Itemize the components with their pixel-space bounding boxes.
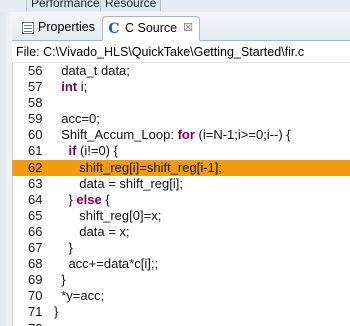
line-number: 62 — [28, 159, 43, 175]
line-number: 65 — [28, 207, 43, 223]
code-keyword: int — [61, 79, 78, 95]
code-line-highlighted[interactable]: 62 shift_reg[i]=shift_reg[i-1]; — [12, 159, 350, 176]
line-number: 63 — [28, 175, 43, 191]
editor-tabbar: Properties C C Source ☒ — [12, 12, 350, 41]
code-line[interactable]: 72 — [12, 321, 350, 326]
code-text: } — [54, 304, 58, 320]
c-file-icon: C — [108, 20, 120, 37]
code-text: shift_reg[0]=x; — [54, 208, 161, 224]
code-line[interactable]: 61 if (i!=0) { — [12, 143, 350, 159]
code-segment: } — [54, 240, 73, 256]
code-text: if (i!=0) { — [54, 143, 118, 159]
code-line[interactable]: 64 } else { — [12, 192, 350, 208]
line-number: 56 — [28, 63, 43, 78]
code-segment: shift_reg[i]=shift_reg[i-1]; — [54, 159, 222, 175]
code-keyword: for — [177, 127, 195, 143]
code-segment: Shift_Accum_Loop: — [54, 127, 178, 143]
code-text: acc+=data*c[i];; — [54, 256, 158, 272]
line-number: 70 — [28, 288, 43, 304]
code-line[interactable]: 57 int i; — [12, 79, 350, 95]
code-text: int i; — [54, 79, 87, 95]
code-segment: } — [54, 304, 59, 320]
code-text: acc=0; — [54, 111, 100, 127]
code-segment: (i=N-1;i>=0;i--) { — [194, 127, 291, 143]
line-number: 72 — [28, 321, 52, 326]
code-segment: } — [54, 191, 77, 207]
tab-c-source[interactable]: C C Source ☒ — [102, 16, 200, 41]
line-number: 58 — [28, 95, 43, 111]
code-line[interactable]: 67 } — [12, 240, 350, 256]
code-line[interactable]: 59 acc=0; — [12, 111, 350, 127]
code-text: } else { — [54, 191, 110, 208]
code-line[interactable]: 68 acc+=data*c[i];; — [12, 256, 350, 272]
code-text: data = x; — [54, 223, 130, 240]
close-icon[interactable]: ☒ — [183, 17, 193, 40]
code-segment: } — [54, 272, 66, 288]
code-segment: acc+=data*c[i];; — [54, 256, 159, 272]
line-number: 71 — [28, 304, 43, 320]
tab-properties[interactable]: Properties — [18, 16, 101, 39]
line-number: 59 — [28, 111, 43, 127]
code-segment: (i!=0) { — [76, 143, 118, 159]
code-line[interactable]: 63 data = shift_reg[i]; — [12, 176, 350, 192]
code-line[interactable]: 58 — [12, 95, 350, 111]
code-segment: data_t data; — [54, 63, 130, 78]
tab-c-source-label: C Source — [125, 21, 178, 35]
line-number: 61 — [28, 143, 43, 159]
file-path-bar: File: C:\Vivado_HLS\QuickTake\Getting_St… — [12, 41, 350, 63]
code-segment: data = x; — [54, 223, 130, 239]
code-line[interactable]: 56 data_t data; — [12, 63, 350, 79]
line-number: 67 — [28, 240, 43, 256]
code-keyword: else — [76, 191, 102, 207]
line-number: 60 — [28, 127, 43, 143]
code-segment: data = shift_reg[i]; — [54, 175, 183, 191]
code-line[interactable]: 69 } — [12, 272, 350, 288]
line-number: 64 — [28, 191, 43, 207]
code-line[interactable]: 60 Shift_Accum_Loop: for (i=N-1;i>=0;i--… — [12, 127, 350, 143]
code-text: shift_reg[i]=shift_reg[i-1]; — [54, 160, 222, 176]
tab-properties-label: Properties — [38, 20, 95, 34]
line-number: 66 — [28, 223, 43, 239]
code-line[interactable]: 65 shift_reg[0]=x; — [12, 208, 350, 224]
tab-performance[interactable]: Performance — [26, 0, 105, 11]
code-line[interactable]: 70 *y=acc; — [12, 288, 350, 304]
tab-resource[interactable]: Resource — [100, 0, 162, 11]
code-text: } — [54, 272, 66, 288]
code-line[interactable]: 66 data = x; — [12, 224, 350, 240]
code-segment: acc=0; — [54, 111, 100, 127]
code-text: Shift_Accum_Loop: for (i=N-1;i>=0;i--) { — [54, 127, 291, 143]
code-segment: *y=acc; — [54, 288, 105, 304]
line-number: 69 — [28, 272, 43, 288]
code-text: *y=acc; — [54, 288, 104, 304]
code-segment: i; — [77, 79, 88, 95]
code-line[interactable]: 71} — [12, 304, 350, 320]
line-number: 68 — [28, 256, 43, 272]
code-text: data_t data; — [54, 63, 130, 79]
code-text: data = shift_reg[i]; — [54, 176, 183, 192]
properties-icon — [22, 21, 34, 34]
code-text: } — [54, 240, 73, 256]
code-segment: { — [101, 191, 110, 207]
code-editor[interactable]: 56 data_t data; 57 int i; 58 59 acc=0; 60 Sh… — [12, 63, 350, 326]
line-number: 57 — [28, 79, 43, 95]
code-segment: shift_reg[0]=x; — [54, 207, 162, 223]
